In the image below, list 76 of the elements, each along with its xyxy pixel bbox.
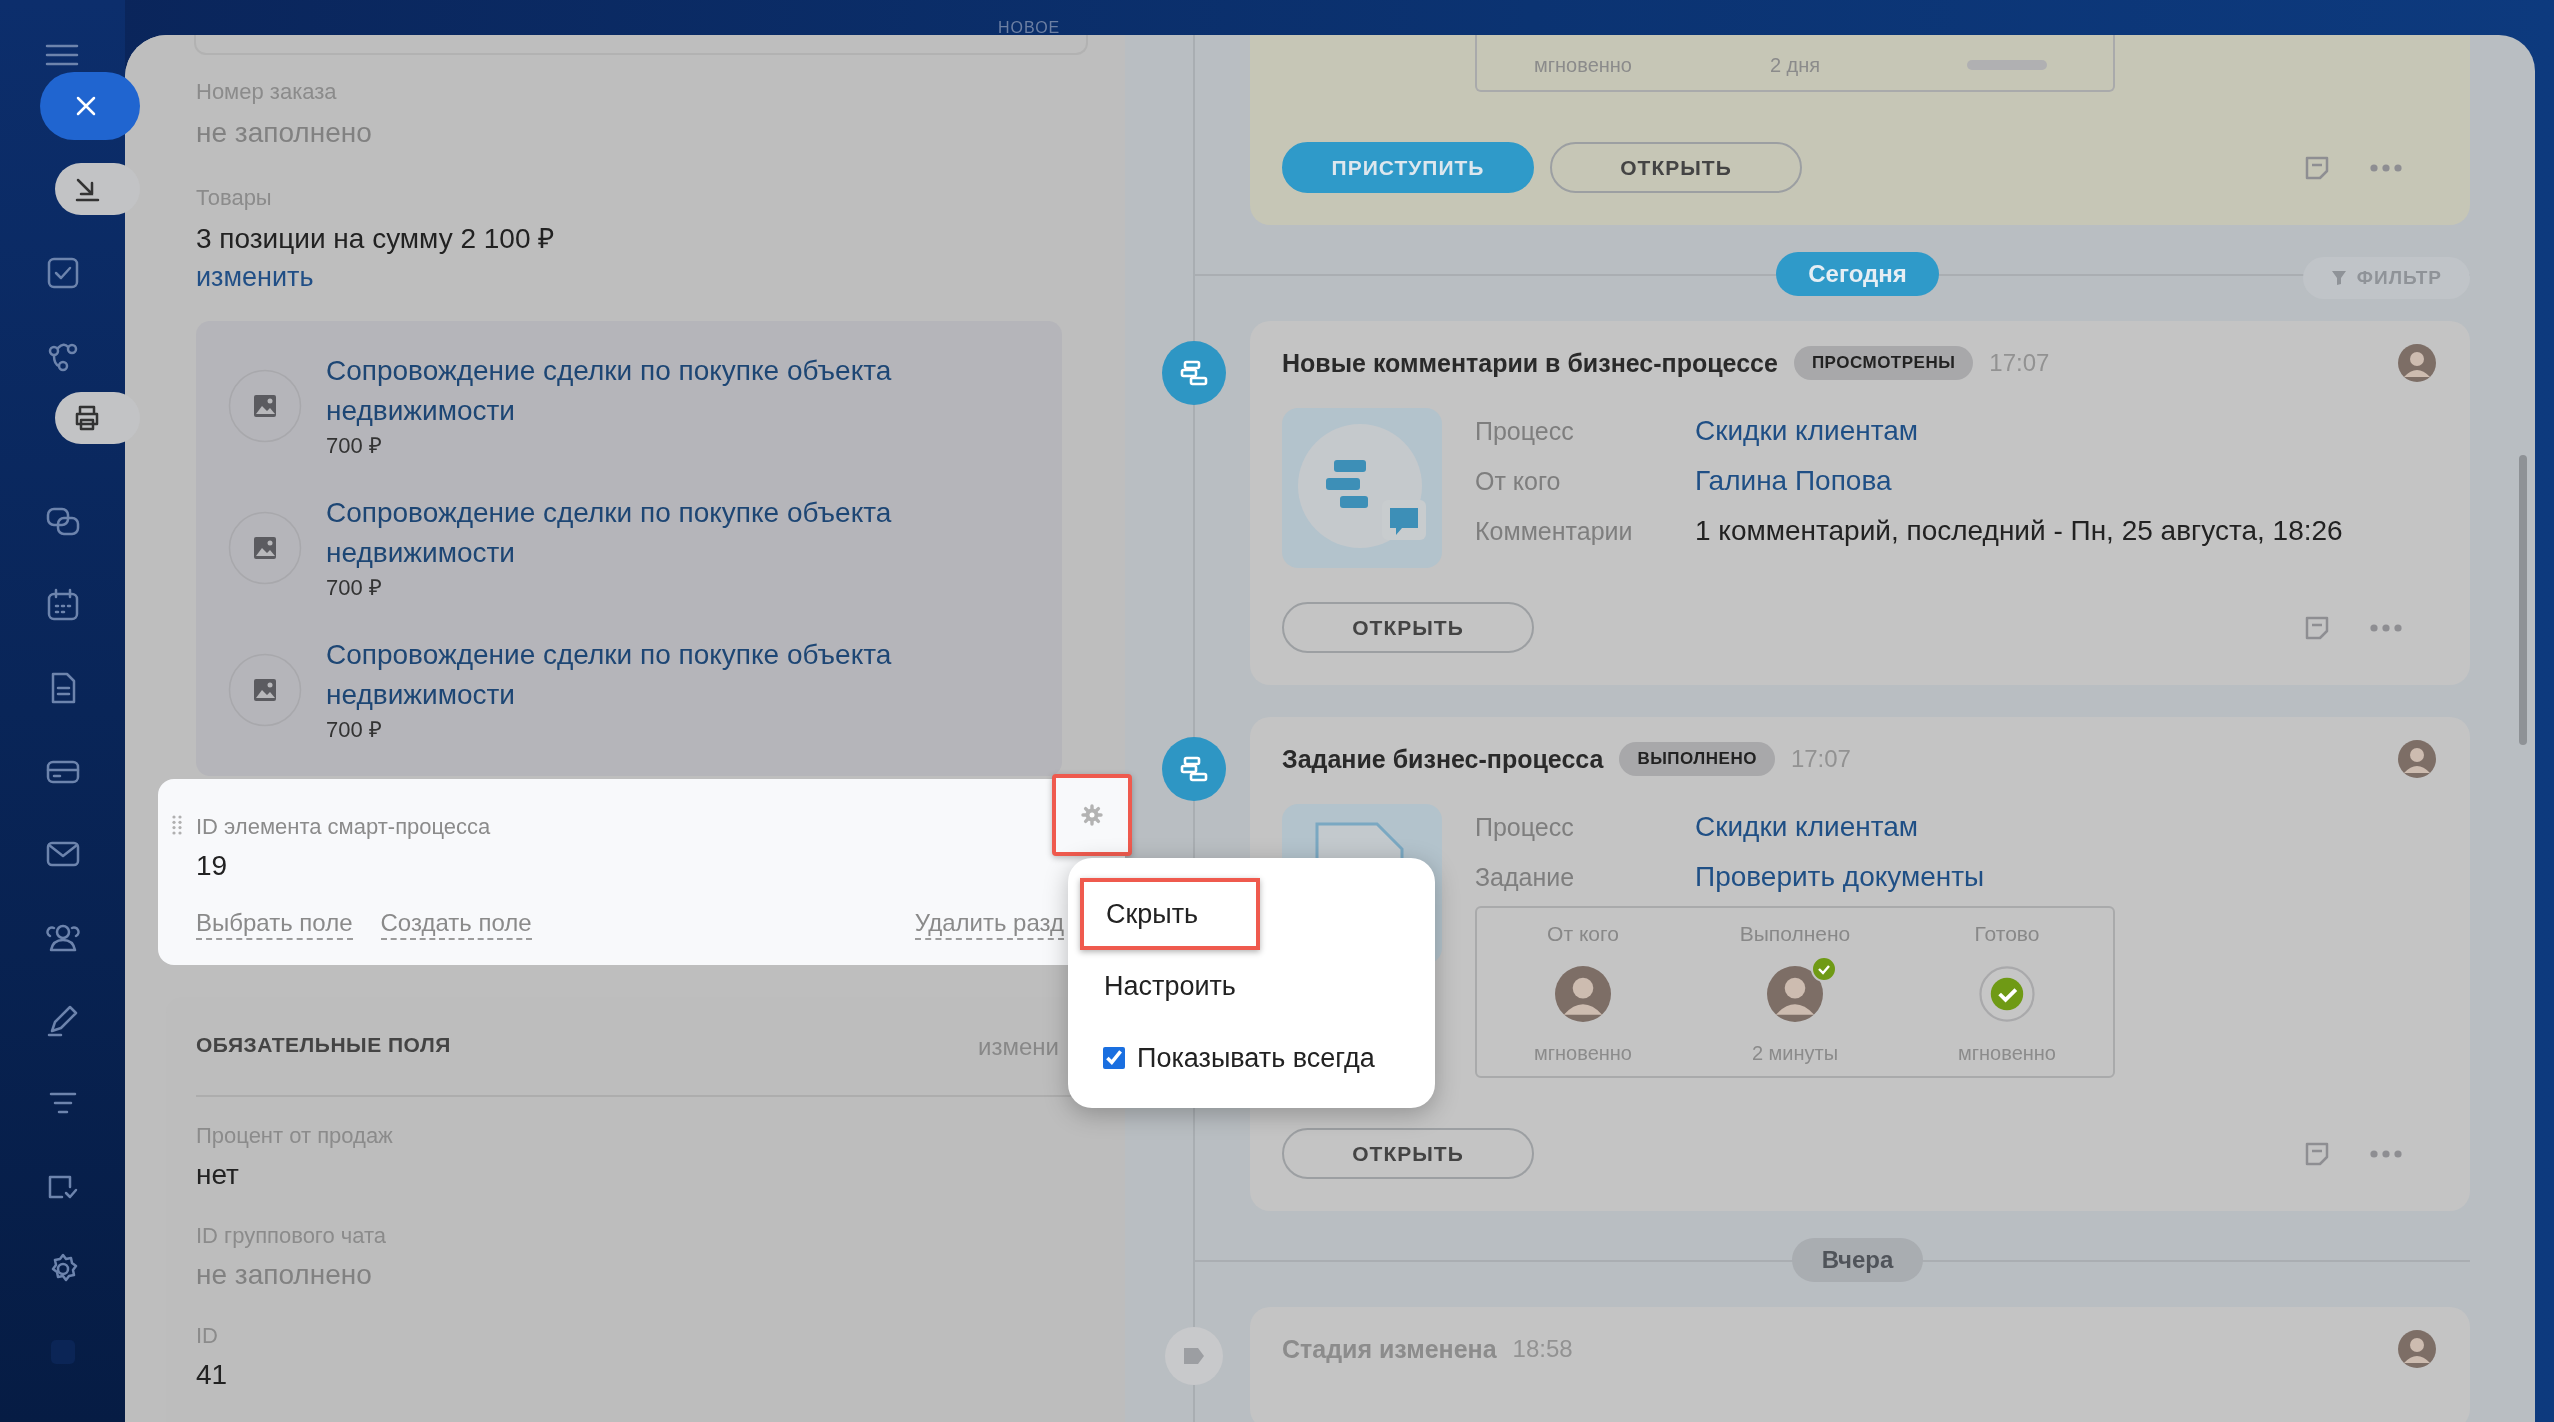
tag-icon [1182,1347,1206,1365]
product-price: 700 ₽ [326,716,383,744]
process-icon [1180,360,1208,386]
field-value: 41 [196,1358,229,1392]
image-icon [228,369,302,443]
checkbox-icon[interactable] [45,255,80,290]
step-label: Выполнено [1739,921,1851,947]
step-label: Готово [1974,921,2040,947]
avatar [1555,966,1611,1022]
action-button[interactable]: ОТКРЫТЬ [1282,1128,1534,1179]
status-badge: ВЫПОЛНЕНО [1619,742,1775,776]
field-value: не заполнено [196,1258,373,1292]
action-link[interactable]: Создать поле [380,908,532,940]
step-caption: мгновенно [1534,1041,1632,1066]
product-link[interactable]: Сопровождение сделки по покупке объекта недвижимости [326,351,946,431]
edit-link[interactable]: изменить [196,259,314,295]
row-label: Процесс [1475,812,1575,843]
date-label: Вчера [1791,1238,1924,1282]
avatar [2398,740,2436,778]
card-title: Новые комментарии в бизнес-процессе [1282,348,1778,378]
printer-icon[interactable] [73,404,101,432]
step-label: От кого [1547,921,1619,947]
field-value: нет [196,1158,240,1192]
avatar [1767,966,1823,1022]
image-icon [228,511,302,585]
value-link[interactable]: Скидки клиентам [1695,808,2115,846]
row-label: От кого [1475,466,1562,497]
action-button[interactable]: ПРИСТУПИТЬ [1282,142,1534,193]
menu-item[interactable]: Скрыть [1080,878,1260,950]
image-icon [228,653,302,727]
checkbox-label: Показывать всегда [1137,1042,1375,1074]
action-button[interactable]: ОТКРЫТЬ [1282,602,1534,653]
action-link[interactable]: Выбрать поле [196,908,353,940]
step-caption: мгновенно [1958,1041,2056,1066]
row-label: Задание [1475,862,1576,893]
step-caption: 2 минуты [1751,1041,1839,1066]
close-icon[interactable] [75,95,97,117]
field-value: не заполнено [196,116,373,150]
avatar [2398,344,2436,382]
value-link[interactable]: Галина Попова [1695,462,2343,500]
value-link[interactable]: Скидки клиентам [1695,412,2343,450]
step-caption: мгновенно [1534,53,1632,78]
drag-handle-icon[interactable] [172,815,182,835]
card-title: Стадия изменена [1282,1334,1497,1364]
step-caption: 2 дня [1769,53,1821,78]
delete-link[interactable]: Удалить разд [914,908,1064,940]
row-label: Процесс [1475,416,1575,447]
value-link[interactable]: Проверить документы [1695,858,2115,896]
card-title: Задание бизнес-процесса [1282,744,1604,774]
row-label: Комментарии [1475,516,1634,547]
menu-item[interactable]: Настроить [1068,950,1435,1022]
field-value: 19 [196,849,229,883]
product-price: 700 ₽ [326,432,383,460]
status-label: НОВОЕ [998,19,1061,37]
scrollbar[interactable] [2519,455,2527,745]
product-price: 700 ₽ [326,574,383,602]
check-badge-icon [1811,956,1837,982]
settings-icon[interactable] [1081,804,1103,826]
check-icon [1979,966,2035,1022]
menu-icon[interactable] [45,43,79,67]
checkbox[interactable] [1103,1047,1125,1069]
minimize-tab[interactable] [55,163,140,215]
field-value: 3 позиции на сумму 2 100 ₽ [196,222,556,256]
status-badge: ПРОСМОТРЕНЫ [1793,346,1974,380]
product-link[interactable]: Сопровождение сделки по покупке объекта недвижимости [326,493,946,573]
section-title: ОБЯЗАТЕЛЬНЫЕ ПОЛЯ [196,1033,451,1058]
print-tab[interactable] [55,392,140,444]
action-button[interactable]: ОТКРЫТЬ [1550,142,1802,193]
field-label: ID элемента смарт-процесса [196,813,492,841]
product-link[interactable]: Сопровождение сделки по покупке объекта недвижимости [326,635,946,715]
calendar-icon[interactable] [45,587,80,622]
avatar [2398,1330,2436,1368]
menu-item[interactable]: Показывать всегда [1068,1022,1435,1094]
row-value: 1 комментарий, последний - Пн, 25 августа, 18:26 [1695,514,2343,548]
date-label: Сегодня [1776,252,1939,296]
process-icon [1180,756,1208,782]
